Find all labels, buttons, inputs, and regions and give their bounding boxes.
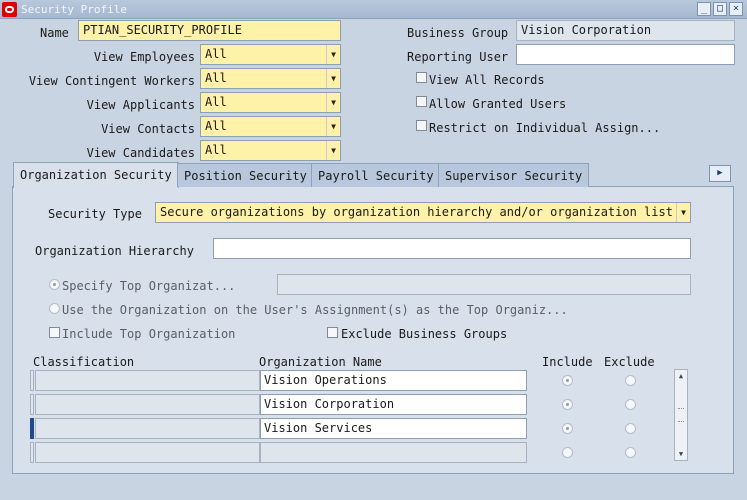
scroll-up-icon[interactable]: ▲ <box>675 370 687 382</box>
organization-name-cell[interactable] <box>260 442 527 463</box>
security-type-select[interactable]: Secure organizations by organization hie… <box>155 202 691 223</box>
window-title: Security Profile <box>21 3 127 16</box>
organization-name-cell[interactable]: Vision Services <box>260 418 527 439</box>
row-indicator[interactable] <box>30 370 34 391</box>
minimize-button[interactable]: _ <box>697 2 711 16</box>
security-type-label: Security Type <box>48 207 142 221</box>
chevron-down-icon[interactable]: ▼ <box>326 93 340 112</box>
organization-name-cell[interactable]: Vision Operations <box>260 370 527 391</box>
classification-cell[interactable] <box>35 418 260 439</box>
specify-top-org-field <box>277 274 691 295</box>
restrict-individual-assign-label: Restrict on Individual Assign... <box>429 121 661 135</box>
security-type-value: Secure organizations by organization hie… <box>160 205 673 219</box>
chevron-down-icon[interactable]: ▼ <box>326 141 340 160</box>
view-employees-label: View Employees <box>93 50 195 64</box>
view-contacts-select[interactable]: All ▼ <box>200 116 341 137</box>
current-row-indicator[interactable] <box>30 418 34 439</box>
tab-position-security[interactable]: Position Security <box>177 163 314 187</box>
exclude-radio[interactable] <box>625 399 636 410</box>
view-candidates-value: All <box>205 143 227 157</box>
chevron-down-icon[interactable]: ▼ <box>326 69 340 88</box>
include-radio[interactable] <box>562 447 573 458</box>
view-contingent-workers-select[interactable]: All ▼ <box>200 68 341 89</box>
chevron-down-icon[interactable]: ▼ <box>326 117 340 136</box>
include-top-org-label: Include Top Organization <box>62 327 236 341</box>
exclude-column-header: Exclude <box>604 355 655 369</box>
allow-granted-users-checkbox[interactable] <box>416 96 427 107</box>
exclude-business-groups-label: Exclude Business Groups <box>341 327 508 341</box>
view-all-records-checkbox[interactable] <box>416 72 427 83</box>
organization-hierarchy-label: Organization Hierarchy <box>35 244 194 258</box>
scroll-down-icon[interactable]: ▼ <box>675 448 687 460</box>
chevron-down-icon[interactable]: ▼ <box>676 203 690 222</box>
organization-name-column-header: Organization Name <box>259 355 382 369</box>
reporting-user-field[interactable] <box>516 44 735 65</box>
use-user-assignment-org-label: Use the Organization on the User's Assig… <box>62 303 568 317</box>
oracle-app-icon <box>2 2 17 17</box>
chevron-down-icon[interactable]: ▼ <box>326 45 340 64</box>
view-applicants-label: View Applicants <box>86 98 195 112</box>
name-label: Name <box>40 26 69 40</box>
exclude-radio[interactable] <box>625 447 636 458</box>
table-vertical-scrollbar[interactable]: ▲ ▼ <box>674 369 688 461</box>
use-user-assignment-org-radio[interactable] <box>49 303 60 314</box>
business-group-label: Business Group <box>407 26 509 40</box>
specify-top-org-label: Specify Top Organizat... <box>62 279 236 293</box>
view-employees-value: All <box>205 47 227 61</box>
view-candidates-select[interactable]: All ▼ <box>200 140 341 161</box>
name-field[interactable]: PTIAN_SECURITY_PROFILE <box>78 20 341 41</box>
tab-organization-security[interactable]: Organization Security <box>13 162 179 188</box>
business-group-field: Vision Corporation <box>516 20 735 41</box>
tab-payroll-security[interactable]: Payroll Security <box>311 163 441 187</box>
scroll-thumb[interactable] <box>678 408 684 422</box>
organization-name-cell[interactable]: Vision Corporation <box>260 394 527 415</box>
allow-granted-users-label: Allow Granted Users <box>429 97 567 111</box>
close-button[interactable]: × <box>729 2 743 16</box>
title-bar: Security Profile _ □ × <box>0 0 747 19</box>
exclude-business-groups-checkbox[interactable] <box>327 327 338 338</box>
classification-column-header: Classification <box>33 355 135 369</box>
view-contingent-workers-value: All <box>205 71 227 85</box>
view-employees-select[interactable]: All ▼ <box>200 44 341 65</box>
view-contingent-workers-label: View Contingent Workers <box>28 74 195 88</box>
view-applicants-value: All <box>205 95 227 109</box>
include-radio[interactable] <box>562 375 573 386</box>
include-radio[interactable] <box>562 399 573 410</box>
exclude-radio[interactable] <box>625 375 636 386</box>
row-indicator[interactable] <box>30 442 34 463</box>
view-contacts-value: All <box>205 119 227 133</box>
exclude-radio[interactable] <box>625 423 636 434</box>
view-candidates-label: View Candidates <box>86 146 195 160</box>
include-column-header: Include <box>542 355 593 369</box>
classification-cell[interactable] <box>35 394 260 415</box>
row-indicator[interactable] <box>30 394 34 415</box>
specify-top-org-radio[interactable] <box>49 279 60 290</box>
maximize-button[interactable]: □ <box>713 2 727 16</box>
organization-hierarchy-field[interactable] <box>213 238 691 259</box>
classification-cell[interactable] <box>35 442 260 463</box>
view-applicants-select[interactable]: All ▼ <box>200 92 341 113</box>
reporting-user-label: Reporting User <box>407 50 509 64</box>
tab-scroll-right-button[interactable]: ▶ <box>709 165 731 182</box>
tab-supervisor-security[interactable]: Supervisor Security <box>438 163 590 187</box>
restrict-individual-assign-checkbox[interactable] <box>416 120 427 131</box>
view-all-records-label: View All Records <box>429 73 545 87</box>
view-contacts-label: View Contacts <box>101 122 195 136</box>
classification-cell[interactable] <box>35 370 260 391</box>
include-radio[interactable] <box>562 423 573 434</box>
include-top-org-checkbox[interactable] <box>49 327 60 338</box>
